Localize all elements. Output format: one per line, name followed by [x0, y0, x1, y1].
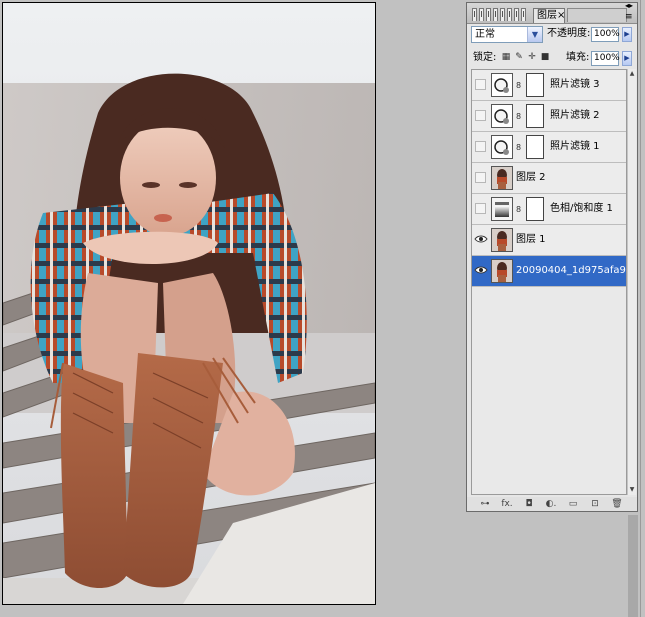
visibility-toggle[interactable]: [475, 79, 486, 90]
layer-name: 照片滤镜 2: [550, 110, 600, 121]
lock-transparent-icon[interactable]: ▦: [501, 52, 511, 63]
hue-saturation-thumbnail-icon: [491, 197, 513, 221]
layer-name: 图层 1: [516, 234, 546, 245]
layer-thumbnail: [491, 259, 513, 283]
layer-name: 照片滤镜 1: [550, 141, 600, 152]
document-canvas[interactable]: [2, 2, 376, 605]
opacity-field[interactable]: 100%: [591, 27, 620, 42]
visibility-toggle[interactable]: [475, 110, 486, 121]
layer-name: 图层 2: [516, 172, 546, 183]
new-group-icon[interactable]: ▭: [567, 498, 579, 510]
adjustment-thumbnail-icon: [491, 104, 513, 128]
photo-image: [3, 3, 375, 604]
link-chain-icon: 8: [516, 205, 522, 214]
adjustment-thumbnail-icon: [491, 73, 513, 97]
collapsed-tab[interactable]: [507, 8, 512, 21]
layers-panel: 图层 × ◂▸ ≡ 正常 ▼ 不透明度: 100% ▶ 锁定: ▦ ✎ ✛ ■ …: [466, 2, 638, 512]
collapsed-tab[interactable]: [472, 8, 477, 21]
layer-name: 照片滤镜 3: [550, 79, 600, 90]
scroll-up-icon[interactable]: ▲: [628, 69, 636, 79]
link-chain-icon: 8: [516, 81, 522, 90]
lock-image-icon[interactable]: ✎: [514, 52, 524, 63]
layer-row[interactable]: 8 照片滤镜 1: [472, 132, 626, 163]
layers-bottom-toolbar: ⊶ fx. ◘ ◐. ▭ ⊡ 🗑: [467, 497, 637, 511]
link-chain-icon: 8: [516, 112, 522, 121]
collapsed-tab[interactable]: [493, 8, 498, 21]
layers-scrollbar[interactable]: ▲ ▼: [627, 69, 636, 495]
mask-thumbnail[interactable]: [526, 73, 544, 97]
eye-icon[interactable]: [474, 232, 488, 246]
mask-thumbnail[interactable]: [526, 135, 544, 159]
layer-name: 20090404_1d975afa99...: [516, 265, 626, 276]
visibility-toggle[interactable]: [475, 172, 486, 183]
layer-thumbnail: [491, 166, 513, 190]
blend-mode-select[interactable]: 正常 ▼: [471, 26, 543, 43]
blend-mode-value: 正常: [475, 29, 495, 40]
close-icon[interactable]: ×: [557, 11, 565, 21]
layer-row[interactable]: 图层 1: [472, 225, 626, 256]
mask-thumbnail[interactable]: [526, 104, 544, 128]
collapsed-tab[interactable]: [514, 8, 519, 21]
fill-slider-arrow-icon[interactable]: ▶: [622, 51, 632, 66]
layer-row[interactable]: 8 色相/饱和度 1: [472, 194, 626, 225]
lock-all-icon[interactable]: ■: [540, 52, 550, 63]
fill-field[interactable]: 100%: [591, 51, 620, 66]
fill-label: 填充:: [566, 52, 590, 63]
new-layer-icon[interactable]: ⊡: [589, 498, 601, 510]
layer-row[interactable]: 8 照片滤镜 3: [472, 70, 626, 101]
layer-row[interactable]: 8 照片滤镜 2: [472, 101, 626, 132]
layer-name: 色相/饱和度 1: [550, 203, 613, 214]
link-chain-icon: 8: [516, 143, 522, 152]
opacity-slider-arrow-icon[interactable]: ▶: [622, 27, 632, 42]
tab-strip-filler: [567, 8, 627, 22]
workspace-divider: [640, 0, 641, 617]
fill-value: 100%: [594, 53, 620, 63]
visibility-toggle[interactable]: [475, 203, 486, 214]
opacity-value: 100%: [594, 29, 620, 39]
panel-tab-bar: 图层 × ◂▸ ≡: [467, 2, 637, 24]
fx-icon[interactable]: fx.: [501, 498, 513, 510]
mask-thumbnail[interactable]: [526, 197, 544, 221]
layers-list[interactable]: 8 照片滤镜 3 8 照片滤镜 2 8 照片滤镜 1 图层 2 8 色相/饱和度…: [471, 69, 627, 495]
chevron-down-icon[interactable]: ▼: [527, 27, 542, 42]
lock-label: 锁定:: [473, 52, 497, 63]
tab-layers-label: 图层: [537, 10, 557, 21]
adjustment-thumbnail-icon: [491, 135, 513, 159]
layer-thumbnail: [491, 228, 513, 252]
delete-layer-icon[interactable]: 🗑: [611, 498, 623, 510]
opacity-label: 不透明度:: [547, 28, 591, 39]
panel-menu-icon[interactable]: ≡: [625, 13, 633, 22]
link-layers-icon[interactable]: ⊶: [479, 498, 491, 510]
collapsed-tab[interactable]: [486, 8, 491, 21]
collapsed-tab[interactable]: [500, 8, 505, 21]
scroll-down-icon[interactable]: ▼: [628, 485, 636, 495]
new-adjustment-icon[interactable]: ◐.: [545, 498, 557, 510]
collapse-icon[interactable]: ◂▸: [625, 2, 633, 10]
eye-icon[interactable]: [474, 263, 488, 277]
collapsed-tab[interactable]: [521, 8, 526, 21]
workspace-edge: [628, 515, 638, 617]
collapsed-tab[interactable]: [479, 8, 484, 21]
visibility-toggle[interactable]: [475, 141, 486, 152]
lock-position-icon[interactable]: ✛: [527, 52, 537, 63]
layer-row-selected[interactable]: 20090404_1d975afa99...: [472, 256, 626, 287]
add-mask-icon[interactable]: ◘: [523, 498, 535, 510]
layer-row[interactable]: 图层 2: [472, 163, 626, 194]
